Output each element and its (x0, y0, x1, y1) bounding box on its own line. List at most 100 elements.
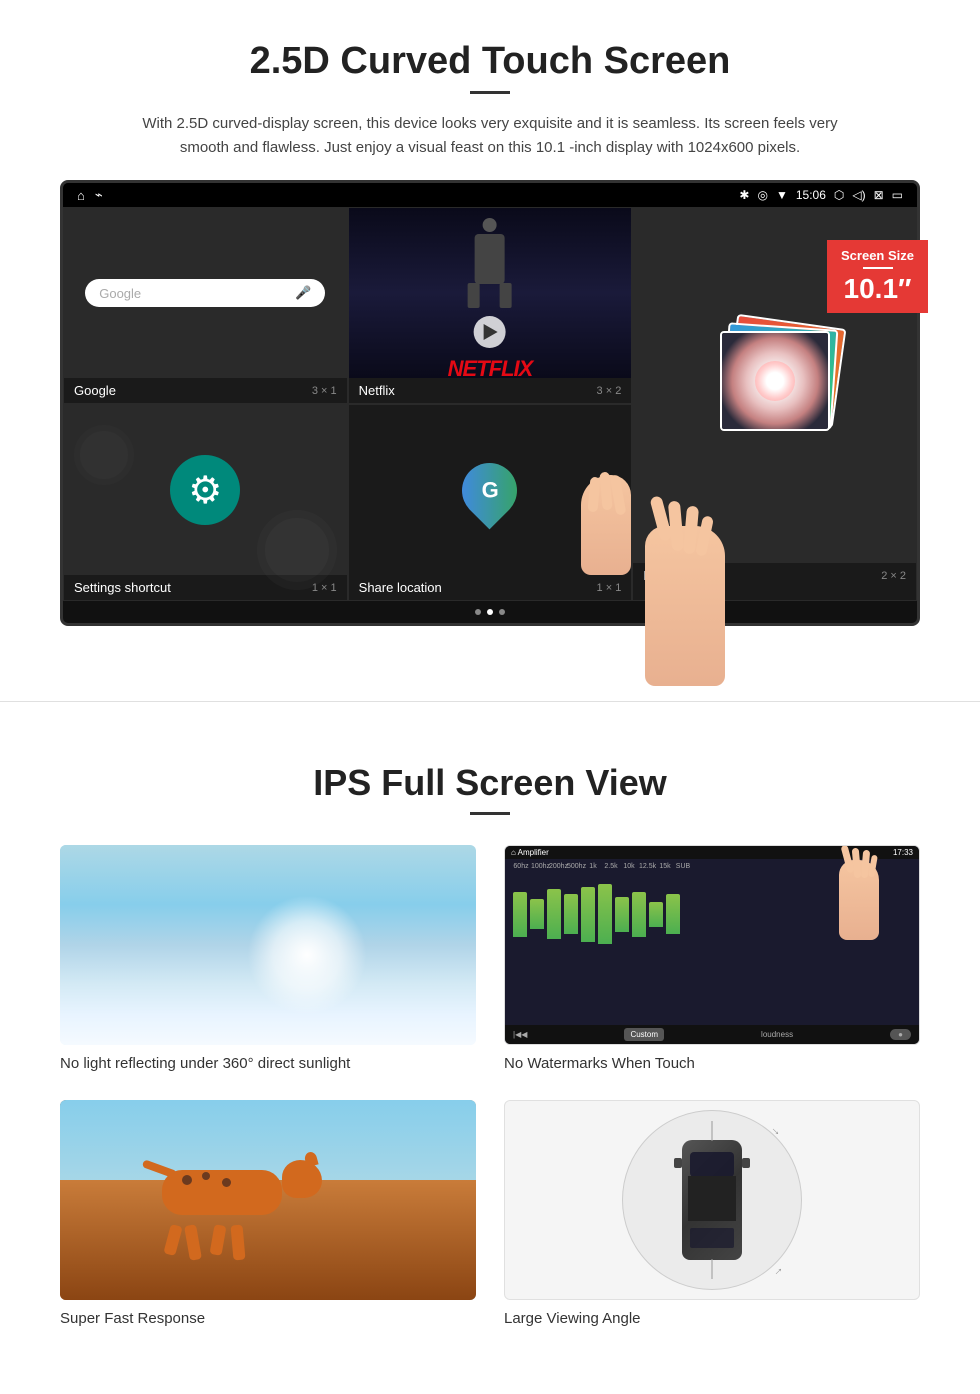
app-grid: Google 🎤 Google 3 × 1 (63, 207, 917, 601)
close-icon: ⊠ (874, 188, 884, 202)
freq-200hz: 200hz (549, 863, 565, 870)
dot-3 (499, 609, 505, 615)
feature-car: → → Large Viewing Angle (504, 1100, 920, 1327)
netflix-app-name: Netflix (359, 383, 395, 398)
badge-underline (863, 267, 893, 269)
screen-size-badge: Screen Size 10.1″ (827, 240, 928, 313)
car-circle: → → (622, 1110, 802, 1290)
netflix-overlay: NETFLIX Continue Marvel's Daredevil (428, 218, 553, 378)
car-view-container: → → (505, 1101, 919, 1299)
share-location-label: Share location 1 × 1 (349, 575, 632, 600)
window-icon: ▭ (892, 188, 903, 202)
eq-bar-1 (513, 892, 527, 937)
google-search-bar[interactable]: Google 🎤 (85, 279, 325, 307)
freq-60hz: 60hz (513, 863, 529, 870)
amplifier-screen: ⌂ Amplifier 17:33 60hz 100hz 200hz 500hz… (505, 846, 919, 1044)
photo-gallery-app-name: Photo Gallery (643, 568, 722, 583)
usb-icon: ⌁ (95, 187, 103, 203)
freq-25k: 2.5k (603, 863, 619, 870)
eq-bar-5 (581, 887, 595, 942)
section2-underline (470, 812, 510, 815)
freq-100hz: 100hz (531, 863, 547, 870)
google-logo: Google (99, 286, 141, 301)
netflix-app-size: 3 × 2 (597, 385, 622, 397)
share-location-app-name: Share location (359, 580, 442, 595)
netflix-app-cell[interactable]: NETFLIX Continue Marvel's Daredevil Netf… (348, 207, 633, 404)
netflix-cell-content: NETFLIX Continue Marvel's Daredevil (349, 208, 632, 378)
eq-bar-8 (632, 892, 646, 937)
title-underline (470, 91, 510, 94)
pagination-dots (63, 601, 917, 623)
amplifier-image: ⌂ Amplifier 17:33 60hz 100hz 200hz 500hz… (504, 845, 920, 1045)
eq-bar-10 (666, 894, 680, 934)
eq-bar-4 (564, 894, 578, 934)
status-bar: ⌂ ⌁ ✱ ◎ ▼ 15:06 ⬡ ◁) ⊠ ▭ (63, 183, 917, 207)
settings-app-cell[interactable]: ⚙ Settings shortcut 1 × 1 (63, 404, 348, 601)
section2-title: IPS Full Screen View (60, 762, 920, 804)
section2-ips: IPS Full Screen View No light reflecting… (0, 742, 980, 1367)
play-triangle-icon (484, 324, 498, 340)
pointing-hand (561, 455, 631, 575)
bluetooth-icon: ✱ (739, 188, 749, 202)
google-cell-label: Google 3 × 1 (64, 378, 347, 403)
gear-icon: ⚙ (188, 468, 222, 513)
status-left-icons: ⌂ ⌁ (77, 187, 103, 203)
watermark-caption: No Watermarks When Touch (504, 1055, 920, 1072)
google-app-name: Google (74, 383, 116, 398)
freq-125k: 12.5k (639, 863, 655, 870)
eq-bar-9 (649, 902, 663, 927)
photo-gallery-label: Photo Gallery 2 × 2 (633, 563, 916, 588)
sunlight-image (60, 845, 476, 1045)
wifi-icon: ▼ (776, 188, 788, 202)
eq-bar-6 (598, 884, 612, 944)
settings-icon-circle: ⚙ (170, 455, 240, 525)
amp-controls: |◀◀ Custom loudness ● (505, 1025, 919, 1044)
photo-gallery-app-size: 2 × 2 (881, 570, 906, 582)
eq-bar-2 (530, 899, 544, 929)
maps-icon: G (462, 463, 517, 518)
share-location-content: G (349, 405, 632, 575)
car-body-top (682, 1140, 742, 1260)
freq-sub: SUB (675, 863, 691, 870)
eq-area (505, 870, 919, 1025)
badge-title: Screen Size (841, 248, 914, 263)
photo-stack (710, 321, 840, 451)
google-cell-content: Google 🎤 (64, 208, 347, 378)
loudness-toggle[interactable]: ● (890, 1029, 911, 1040)
angle-line-top (712, 1121, 713, 1141)
status-right-icons: ✱ ◎ ▼ 15:06 ⬡ ◁) ⊠ ▭ (739, 188, 903, 202)
freq-15k: 15k (657, 863, 673, 870)
freq-1k: 1k (585, 863, 601, 870)
custom-button[interactable]: Custom (624, 1028, 664, 1041)
home-icon: ⌂ (77, 188, 85, 203)
freq-10k: 10k (621, 863, 637, 870)
netflix-play-button[interactable] (474, 316, 506, 348)
car-image: → → (504, 1100, 920, 1300)
section-divider (0, 701, 980, 702)
angle-arrow-tr: → (768, 1121, 786, 1139)
google-mic-icon: 🎤 (295, 285, 311, 301)
cheetah-silhouette (122, 1150, 322, 1230)
google-app-size: 3 × 1 (312, 385, 337, 397)
cheetah-background (60, 1100, 476, 1300)
eq-bar-3 (547, 889, 561, 939)
amp-prev-icon: |◀◀ (513, 1030, 527, 1039)
google-app-cell[interactable]: Google 🎤 Google 3 × 1 (63, 207, 348, 404)
car-caption: Large Viewing Angle (504, 1310, 920, 1327)
cheetah-caption: Super Fast Response (60, 1310, 476, 1327)
location-icon: ◎ (757, 188, 767, 202)
camera-icon: ⬡ (834, 188, 844, 202)
angle-line-bottom (712, 1259, 713, 1279)
feature-grid: No light reflecting under 360° direct su… (60, 845, 920, 1327)
feature-watermark: ⌂ Amplifier 17:33 60hz 100hz 200hz 500hz… (504, 845, 920, 1072)
angle-arrow-br: → (768, 1261, 786, 1279)
volume-icon: ◁) (852, 188, 865, 202)
share-location-app-cell[interactable]: G Share location (348, 404, 633, 601)
amp-loudness-label: loudness (761, 1030, 793, 1039)
feature-sunlight: No light reflecting under 360° direct su… (60, 845, 476, 1072)
device-container: Screen Size 10.1″ ⌂ ⌁ ✱ ◎ ▼ 15:06 ⬡ ◁) ⊠ (60, 180, 920, 626)
section1-title: 2.5D Curved Touch Screen (60, 40, 920, 83)
feature-cheetah: Super Fast Response (60, 1100, 476, 1327)
section1-description: With 2.5D curved-display screen, this de… (140, 112, 840, 160)
sky-background (60, 845, 476, 1045)
